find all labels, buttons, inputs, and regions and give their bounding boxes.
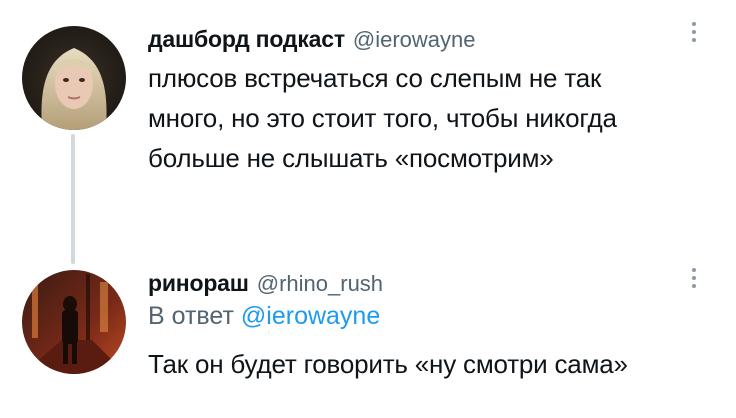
avatar[interactable] (22, 26, 126, 130)
tweet-text-line: плюсов встречаться со слепым не так (148, 63, 602, 93)
tweet-header: дашборд подкаст @ierowayne (148, 26, 476, 53)
tweet-text: Так он будет говорить «ну смотри сама» (148, 344, 708, 384)
tweet-text: плюсов встречаться со слепым не так мног… (148, 58, 708, 178)
tweet-header: ринораш @rhino_rush (148, 270, 383, 297)
reply-context: В ответ @ierowayne (148, 302, 380, 331)
avatar[interactable] (22, 270, 126, 374)
author-handle[interactable]: @rhino_rush (257, 271, 383, 297)
avatar-photo-icon (22, 26, 126, 130)
more-vertical-icon[interactable] (689, 268, 699, 288)
author-name[interactable]: ринораш (148, 270, 249, 297)
reply-mention-link[interactable]: @ierowayne (241, 302, 380, 330)
tweet-text-line: больше не слышать «посмотрим» (148, 143, 554, 173)
tweet-text-line: много, но это стоит того, чтобы никогда (148, 103, 617, 133)
thread-line (71, 134, 75, 264)
more-vertical-icon[interactable] (689, 22, 699, 42)
tweet[interactable]: дашборд подкаст @ierowayne плюсов встреч… (0, 0, 736, 250)
avatar-photo-icon (22, 270, 126, 374)
author-handle[interactable]: @ierowayne (353, 27, 476, 53)
tweet-text-line: Так он будет говорить «ну смотри сама» (148, 349, 628, 379)
author-name[interactable]: дашборд подкаст (148, 26, 345, 53)
reply-prefix: В ответ (148, 302, 234, 330)
